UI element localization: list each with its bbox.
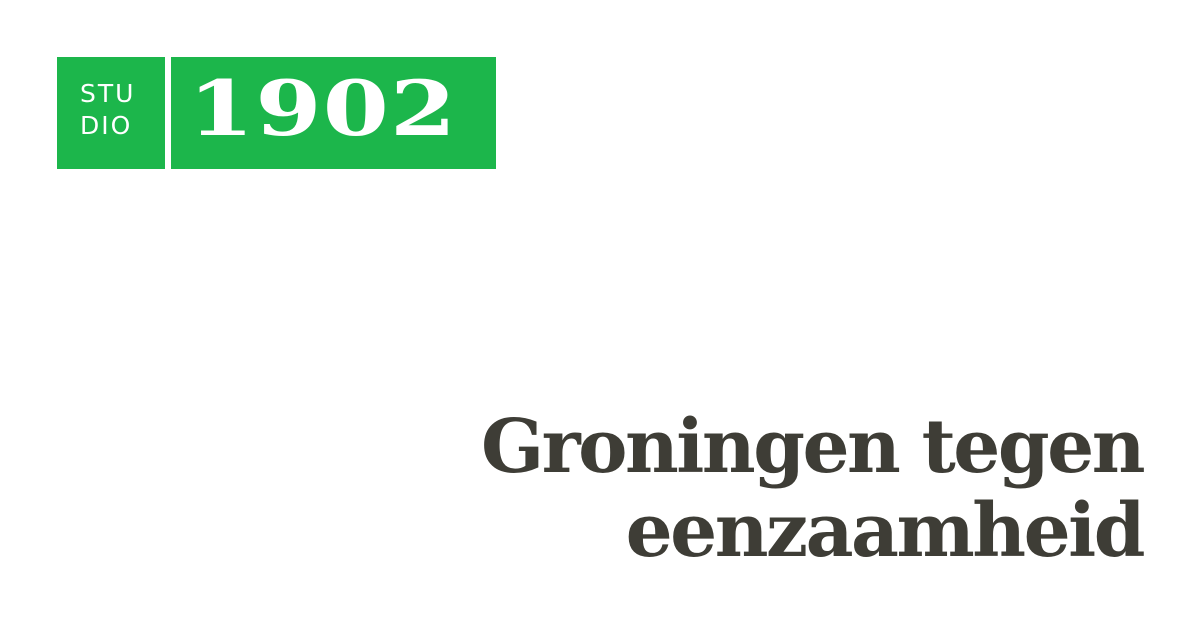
logo-studio-line-1: STU <box>80 79 136 108</box>
title-line-1: Groningen tegen <box>480 404 1146 490</box>
page-title: Groningen tegen eenzaamheid <box>243 404 1146 574</box>
logo-year: 1902 <box>188 64 458 153</box>
logo-studio-line-2: DIO <box>80 111 133 140</box>
studio-1902-logo[interactable]: STU DIO 1902 <box>57 57 496 169</box>
logo-year-block: 1902 <box>171 57 496 169</box>
title-line-2: eenzaamheid <box>625 488 1146 574</box>
logo-studio-block: STU DIO <box>57 57 165 169</box>
